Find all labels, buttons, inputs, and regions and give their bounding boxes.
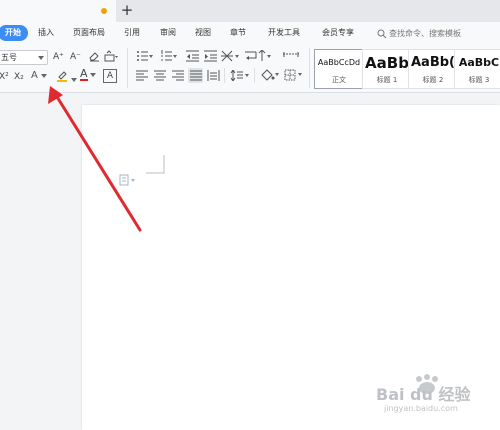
chinese-layout-button[interactable] [221, 50, 241, 66]
style-sample: AaBbCcDd [317, 58, 361, 67]
subscript-button[interactable]: X₂ [14, 71, 24, 83]
font-color-label: A [80, 67, 88, 81]
group-divider [309, 48, 310, 88]
distributed-align-icon [207, 70, 220, 81]
align-left-button[interactable] [136, 70, 148, 85]
style-label: 正文 [332, 76, 346, 84]
menu-tab-view[interactable]: 视图 [195, 25, 211, 41]
text-effect-label: A [31, 70, 38, 81]
sort-button[interactable] [258, 49, 272, 66]
style-sample: AaBbC [458, 56, 500, 69]
text-effect-button[interactable]: A [31, 70, 47, 82]
paste-options-icon[interactable] [119, 174, 137, 186]
font-color-button[interactable]: A [80, 67, 97, 81]
font-size-select[interactable]: 五号 [0, 50, 48, 65]
align-justify-icon [189, 70, 202, 81]
style-heading-2[interactable]: AaBb( 标题 2 [408, 49, 458, 89]
margin-corner-mark [146, 155, 165, 174]
text-direction-icon [245, 51, 257, 60]
chevron-down-icon [38, 56, 44, 60]
numbered-list-icon [161, 50, 177, 61]
menu-tab-chapter[interactable]: 章节 [230, 25, 246, 41]
style-sample: AaBb [365, 54, 409, 72]
align-center-icon [154, 70, 166, 81]
border-icon [284, 69, 302, 81]
highlight-color-button[interactable] [56, 69, 77, 86]
style-label: 标题 1 [376, 76, 398, 84]
unsaved-indicator-dot [101, 8, 107, 14]
menu-tab-member[interactable]: 会员专享 [322, 25, 354, 41]
decrease-indent-icon [186, 50, 199, 62]
superscript-button[interactable]: X² [0, 71, 9, 83]
style-sample: AaBb( [411, 55, 455, 70]
eraser-icon [89, 52, 99, 62]
group-divider [127, 48, 128, 88]
numbering-button[interactable] [160, 50, 178, 66]
search-placeholder: 查找命令、搜索模板 [389, 29, 461, 38]
bullet-list-icon [137, 51, 153, 61]
font-size-value: 五号 [1, 53, 17, 62]
style-heading-3[interactable]: AaBbC 标题 3 [454, 49, 500, 89]
show-marks-button[interactable] [283, 50, 299, 66]
new-tab-button[interactable]: + [116, 0, 138, 22]
chevron-down-icon [70, 78, 77, 82]
chevron-down-icon [40, 74, 47, 78]
chinese-layout-icon [221, 50, 239, 62]
chevron-down-icon [90, 73, 97, 77]
paragraph-mark-icon [283, 52, 299, 57]
text-direction-button[interactable] [244, 50, 258, 66]
style-label: 标题 3 [468, 76, 490, 84]
menu-tab-review[interactable]: 审阅 [160, 25, 176, 41]
style-label: 标题 2 [422, 76, 444, 84]
pinyin-guide-button[interactable] [104, 50, 118, 66]
watermark-brand: Bai du 经验 [376, 385, 471, 404]
watermark: Bai du 经验 jingyan.baidu.com [376, 373, 496, 423]
align-right-button[interactable] [172, 70, 184, 85]
decrease-indent-button[interactable] [186, 50, 199, 66]
menu-tab-insert[interactable]: 插入 [38, 25, 54, 41]
pinyin-guide-icon [104, 50, 118, 62]
highlighter-icon [57, 71, 67, 82]
increase-indent-icon [204, 50, 217, 62]
menu-tab-references[interactable]: 引用 [124, 25, 140, 41]
bullets-button[interactable] [136, 50, 154, 66]
group-divider [224, 68, 225, 83]
shading-button[interactable] [260, 69, 280, 85]
menu-tab-home[interactable]: 开始 [0, 25, 28, 41]
group-divider [254, 68, 255, 83]
command-search-box[interactable]: 查找命令、搜索模板 [377, 27, 497, 40]
increase-indent-button[interactable] [204, 50, 217, 66]
borders-button[interactable] [284, 69, 304, 85]
line-spacing-icon [230, 69, 249, 82]
sort-icon [258, 49, 271, 61]
menu-tab-page-layout[interactable]: 页面布局 [73, 25, 105, 41]
shrink-font-button[interactable]: A⁻ [70, 51, 81, 63]
clear-format-button[interactable] [88, 50, 100, 66]
document-tab[interactable] [0, 0, 116, 22]
character-border-button[interactable]: A [103, 69, 117, 83]
grow-font-button[interactable]: A⁺ [53, 51, 64, 63]
justify-button[interactable] [188, 68, 203, 83]
line-spacing-button[interactable] [230, 69, 250, 85]
align-left-icon [136, 70, 148, 81]
watermark-url: jingyan.baidu.com [384, 404, 458, 413]
search-icon [377, 29, 387, 39]
align-right-icon [172, 70, 184, 81]
style-heading-1[interactable]: AaBb 标题 1 [362, 49, 412, 89]
distributed-align-button[interactable] [207, 70, 220, 85]
menu-tab-developer[interactable]: 开发工具 [268, 25, 300, 41]
align-center-button[interactable] [154, 70, 166, 85]
paint-bucket-icon [261, 69, 279, 81]
style-normal[interactable]: AaBbCcDd 正文 [314, 49, 364, 89]
